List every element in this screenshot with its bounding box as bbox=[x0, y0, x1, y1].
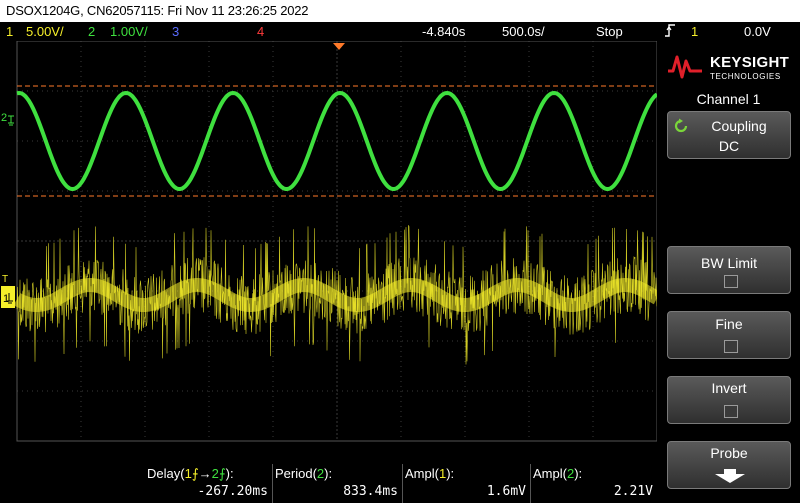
trigger-edge-icon: ⨍ bbox=[218, 466, 226, 481]
measurement-delay[interactable]: Delay(1⨍→2⨍): -267.20ms bbox=[145, 464, 272, 503]
ch1-scale[interactable]: 5.00V/ bbox=[26, 22, 64, 41]
softkey-value: DC bbox=[718, 138, 740, 154]
svg-text:T: T bbox=[2, 274, 8, 285]
measurement-name: Ampl(2): bbox=[533, 466, 583, 481]
softkey-label: Invert bbox=[711, 380, 747, 396]
softkey-label: Fine bbox=[715, 316, 743, 332]
measurement-ampl-1[interactable]: Ampl(1): 1.6mV bbox=[403, 464, 530, 503]
brand-name: KEYSIGHT bbox=[710, 54, 790, 71]
bw-limit-softkey[interactable]: BW Limit bbox=[667, 246, 791, 294]
brand-subtitle: TECHNOLOGIES bbox=[710, 72, 781, 81]
ch2-ground-marker: 2 bbox=[1, 112, 14, 126]
trigger-level[interactable]: 0.0V bbox=[744, 22, 771, 41]
measurement-name: Period(2): bbox=[275, 466, 333, 481]
measurement-value: 833.4ms bbox=[343, 484, 398, 499]
timebase-scale[interactable]: 500.0s/ bbox=[502, 22, 545, 41]
fine-checkbox[interactable] bbox=[724, 340, 738, 353]
invert-softkey[interactable]: Invert bbox=[667, 376, 791, 424]
trigger-level-marker: T bbox=[2, 274, 8, 285]
svg-text:2: 2 bbox=[1, 112, 7, 124]
softkey-label: BW Limit bbox=[701, 255, 757, 271]
trigger-position-marker bbox=[333, 43, 345, 50]
softkey-label: Coupling bbox=[711, 118, 767, 134]
waveform-display[interactable]: 2 T 1 bbox=[0, 41, 657, 464]
trigger-edge-icon: ⨍ bbox=[191, 466, 199, 481]
ch1-number[interactable]: 1 bbox=[6, 22, 13, 41]
measurement-period[interactable]: Period(2): 833.4ms bbox=[273, 464, 402, 503]
ch4-number[interactable]: 4 bbox=[257, 22, 264, 41]
graticule: 2 T 1 bbox=[1, 41, 657, 442]
measurement-name: Delay(1⨍→2⨍): bbox=[147, 466, 234, 481]
measurement-value: 1.6mV bbox=[486, 484, 526, 499]
keysight-logo: KEYSIGHT TECHNOLOGIES bbox=[667, 49, 797, 89]
ch2-scale[interactable]: 1.00V/ bbox=[110, 22, 148, 41]
invert-checkbox[interactable] bbox=[724, 405, 738, 418]
arrow-down-icon bbox=[715, 469, 745, 483]
horizontal-delay[interactable]: -4.840s bbox=[422, 22, 465, 41]
panel-title: Channel 1 bbox=[696, 91, 761, 107]
coupling-softkey[interactable]: Coupling DC bbox=[667, 111, 791, 159]
probe-softkey[interactable]: Probe bbox=[667, 441, 791, 489]
softkey-label: Probe bbox=[710, 445, 748, 461]
ch1-ground-marker: 1 bbox=[1, 286, 15, 308]
trigger-source[interactable]: 1 bbox=[691, 22, 698, 41]
ch2-number[interactable]: 2 bbox=[88, 22, 95, 41]
keysight-wave-icon bbox=[668, 55, 702, 79]
measurement-bar: Delay(1⨍→2⨍): -267.20ms Period(2): 833.4… bbox=[0, 464, 657, 503]
softkey-panel: KEYSIGHT TECHNOLOGIES Channel 1 Coupling… bbox=[657, 41, 800, 503]
measurement-value: 2.21V bbox=[613, 484, 653, 499]
measurement-ampl-2[interactable]: Ampl(2): 2.21V bbox=[531, 464, 657, 503]
grid-lines bbox=[16, 41, 657, 442]
fine-softkey[interactable]: Fine bbox=[667, 311, 791, 359]
run-state[interactable]: Stop bbox=[596, 22, 623, 41]
title-bar: DSOX1204G, CN62057115: Fri Nov 11 23:26:… bbox=[0, 0, 800, 22]
measurement-name: Ampl(1): bbox=[405, 466, 455, 481]
status-bar: 1 5.00V/ 2 1.00V/ 3 4 -4.840s 500.0s/ St… bbox=[0, 22, 800, 41]
measurement-value: -267.20ms bbox=[197, 484, 268, 499]
bw-limit-checkbox[interactable] bbox=[724, 275, 738, 288]
ch3-number[interactable]: 3 bbox=[172, 22, 179, 41]
